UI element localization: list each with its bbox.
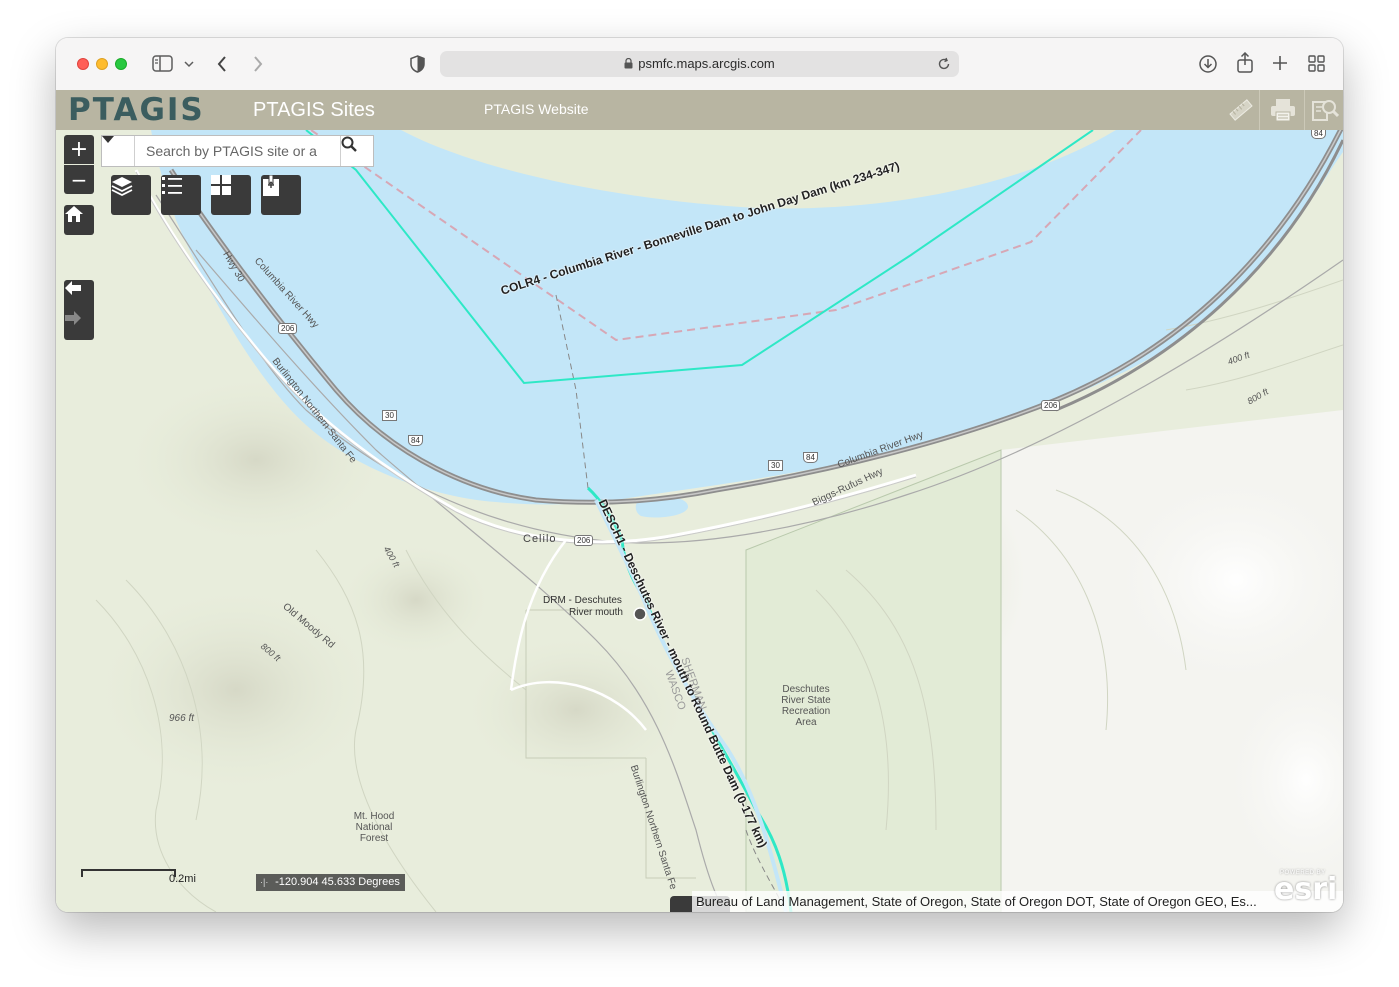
next-extent-button[interactable] — [64, 310, 94, 340]
zoom-in-label: + — [69, 137, 89, 162]
url-text: psmfc.maps.arcgis.com — [440, 56, 959, 71]
zoom-in-button[interactable]: + — [64, 135, 94, 164]
scale-bar — [81, 869, 176, 877]
url-label: psmfc.maps.arcgis.com — [638, 56, 775, 71]
coordinate-readout[interactable]: ·|· -120.904 45.633 Degrees — [256, 874, 405, 891]
home-icon — [65, 206, 83, 222]
browser-toolbar: psmfc.maps.arcgis.com — [56, 38, 1343, 91]
esri-wordmark: esri — [1274, 872, 1338, 907]
forest-label-line: Forest — [359, 833, 389, 844]
search-button[interactable] — [340, 136, 373, 166]
scale-bar-label: 0.2mi — [169, 873, 196, 885]
zoom-out-button[interactable]: − — [64, 165, 94, 194]
forest-label-line: Mt. Hood — [353, 811, 395, 822]
download-icon[interactable] — [1198, 54, 1218, 74]
route-shield: 84 — [803, 452, 818, 463]
search-source-dropdown[interactable] — [102, 136, 135, 166]
previous-extent-icon — [65, 281, 81, 295]
minimize-window-button[interactable] — [96, 58, 108, 70]
route-shield: 206 — [574, 535, 594, 546]
drm-label-line2: River mouth — [569, 607, 623, 618]
route-shield: 30 — [382, 410, 397, 421]
layers-icon — [111, 177, 133, 197]
caret-down-icon — [102, 136, 114, 143]
elevation-label: 966 ft — [169, 713, 195, 724]
bookmarks-icon — [263, 175, 279, 196]
forest-label-line: National — [355, 822, 393, 833]
zoom-out-label: − — [70, 167, 88, 192]
basemap-gallery-icon — [211, 175, 231, 195]
previous-extent-button[interactable] — [64, 280, 94, 310]
ptagis-website-link[interactable]: PTAGIS Website — [484, 101, 589, 117]
reload-icon[interactable] — [937, 57, 951, 71]
attribution-bar[interactable]: Bureau of Land Management, State of Oreg… — [692, 891, 1343, 912]
sidebar-icon[interactable] — [152, 55, 174, 73]
home-button[interactable] — [64, 205, 94, 235]
header-tool-divider — [1259, 90, 1260, 130]
map-view[interactable]: COLR4 - Columbia River - Bonneville Dam … — [56, 130, 1343, 912]
header-tool-divider — [1304, 90, 1305, 130]
route-shield: 206 — [1041, 400, 1061, 411]
basemap-gallery-button[interactable] — [211, 175, 251, 215]
search-icon — [341, 136, 357, 152]
back-icon[interactable] — [216, 55, 228, 73]
layers-button[interactable] — [111, 175, 151, 215]
legend-button[interactable] — [161, 175, 201, 215]
route-shield: 84 — [1311, 130, 1326, 139]
ptagis-logo: PTAGIS — [68, 92, 205, 128]
new-tab-icon[interactable] — [1272, 55, 1288, 71]
basemap — [56, 130, 1343, 912]
park-label-line: Deschutes — [782, 684, 830, 695]
park-label-line: River State — [781, 695, 831, 706]
close-window-button[interactable] — [77, 58, 89, 70]
route-shield: 84 — [408, 435, 423, 446]
zoom-window-button[interactable] — [115, 58, 127, 70]
browser-window: psmfc.maps.arcgis.com PTAGIS PTAGIS Site… — [56, 38, 1343, 912]
celilo-label: Celilo — [523, 533, 557, 545]
site-search — [101, 135, 374, 167]
bookmarks-button[interactable] — [261, 175, 301, 215]
crosshair-icon: ·|· — [260, 877, 269, 887]
esri-logo[interactable]: POWERED BY esri — [1274, 870, 1338, 907]
measure-icon[interactable] — [1228, 97, 1254, 123]
route-shield: 30 — [768, 460, 783, 471]
route-shield: 206 — [278, 323, 298, 334]
app-header: PTAGIS PTAGIS Sites PTAGIS Website — [56, 90, 1343, 130]
legend-icon — [162, 177, 182, 194]
share-icon[interactable] — [1236, 52, 1254, 74]
address-bar[interactable]: psmfc.maps.arcgis.com — [440, 51, 959, 77]
search-input[interactable] — [136, 137, 340, 165]
next-extent-icon — [65, 311, 81, 325]
chevron-down-icon[interactable] — [184, 60, 194, 68]
park-label-line: Area — [795, 717, 817, 728]
park-label-line: Recreation — [781, 706, 831, 717]
forward-icon[interactable] — [252, 55, 264, 73]
tab-overview-icon[interactable] — [1308, 55, 1325, 72]
coordinate-value: -120.904 45.633 Degrees — [275, 876, 400, 888]
drm-label-line1: DRM - Deschutes — [543, 595, 622, 606]
query-icon[interactable] — [1311, 96, 1339, 124]
app-title: PTAGIS Sites — [253, 99, 375, 121]
deschutes-park-label: Deschutes River State Recreation Area — [771, 684, 841, 728]
mt-hood-label: Mt. Hood National Forest — [342, 811, 406, 844]
shield-icon[interactable] — [410, 55, 425, 73]
lock-icon — [624, 57, 633, 69]
print-icon[interactable] — [1269, 97, 1297, 123]
